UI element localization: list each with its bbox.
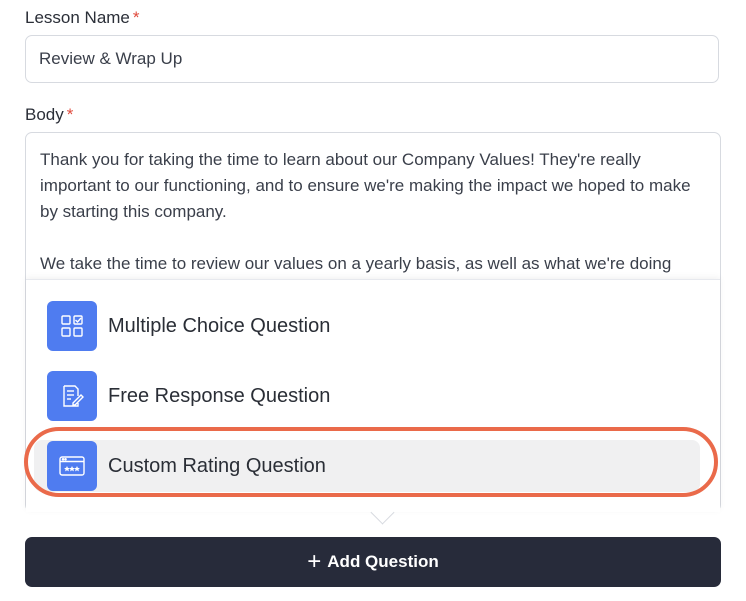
required-marker: * (132, 8, 140, 27)
body-paragraph: We take the time to review our values on… (40, 254, 672, 273)
body-paragraph: Thank you for taking the time to learn a… (40, 150, 691, 221)
body-text: Thank you for taking the time to learn a… (40, 147, 705, 277)
multiple-choice-icon (47, 301, 97, 351)
lesson-name-label: Lesson Name * (25, 8, 140, 27)
required-marker: * (66, 105, 74, 124)
lesson-name-value: Review & Wrap Up (39, 49, 183, 68)
menu-item-free-response[interactable]: Free Response Question (34, 370, 700, 422)
menu-item-multiple-choice[interactable]: Multiple Choice Question (34, 300, 700, 352)
add-question-label: Add Question (327, 552, 439, 571)
free-response-icon (47, 371, 97, 421)
menu-item-label: Free Response Question (108, 384, 331, 407)
body-label: Body * (25, 105, 74, 124)
menu-item-label: Multiple Choice Question (108, 314, 331, 337)
add-question-button[interactable]: + Add Question (25, 537, 721, 587)
plus-icon: + (307, 548, 322, 575)
rating-icon (47, 441, 97, 491)
menu-item-custom-rating[interactable]: Custom Rating Question (34, 440, 700, 492)
question-type-menu: Multiple Choice Question Free Response Q… (26, 279, 720, 512)
lesson-name-input[interactable]: Review & Wrap Up (25, 35, 719, 83)
menu-item-label: Custom Rating Question (108, 454, 326, 477)
